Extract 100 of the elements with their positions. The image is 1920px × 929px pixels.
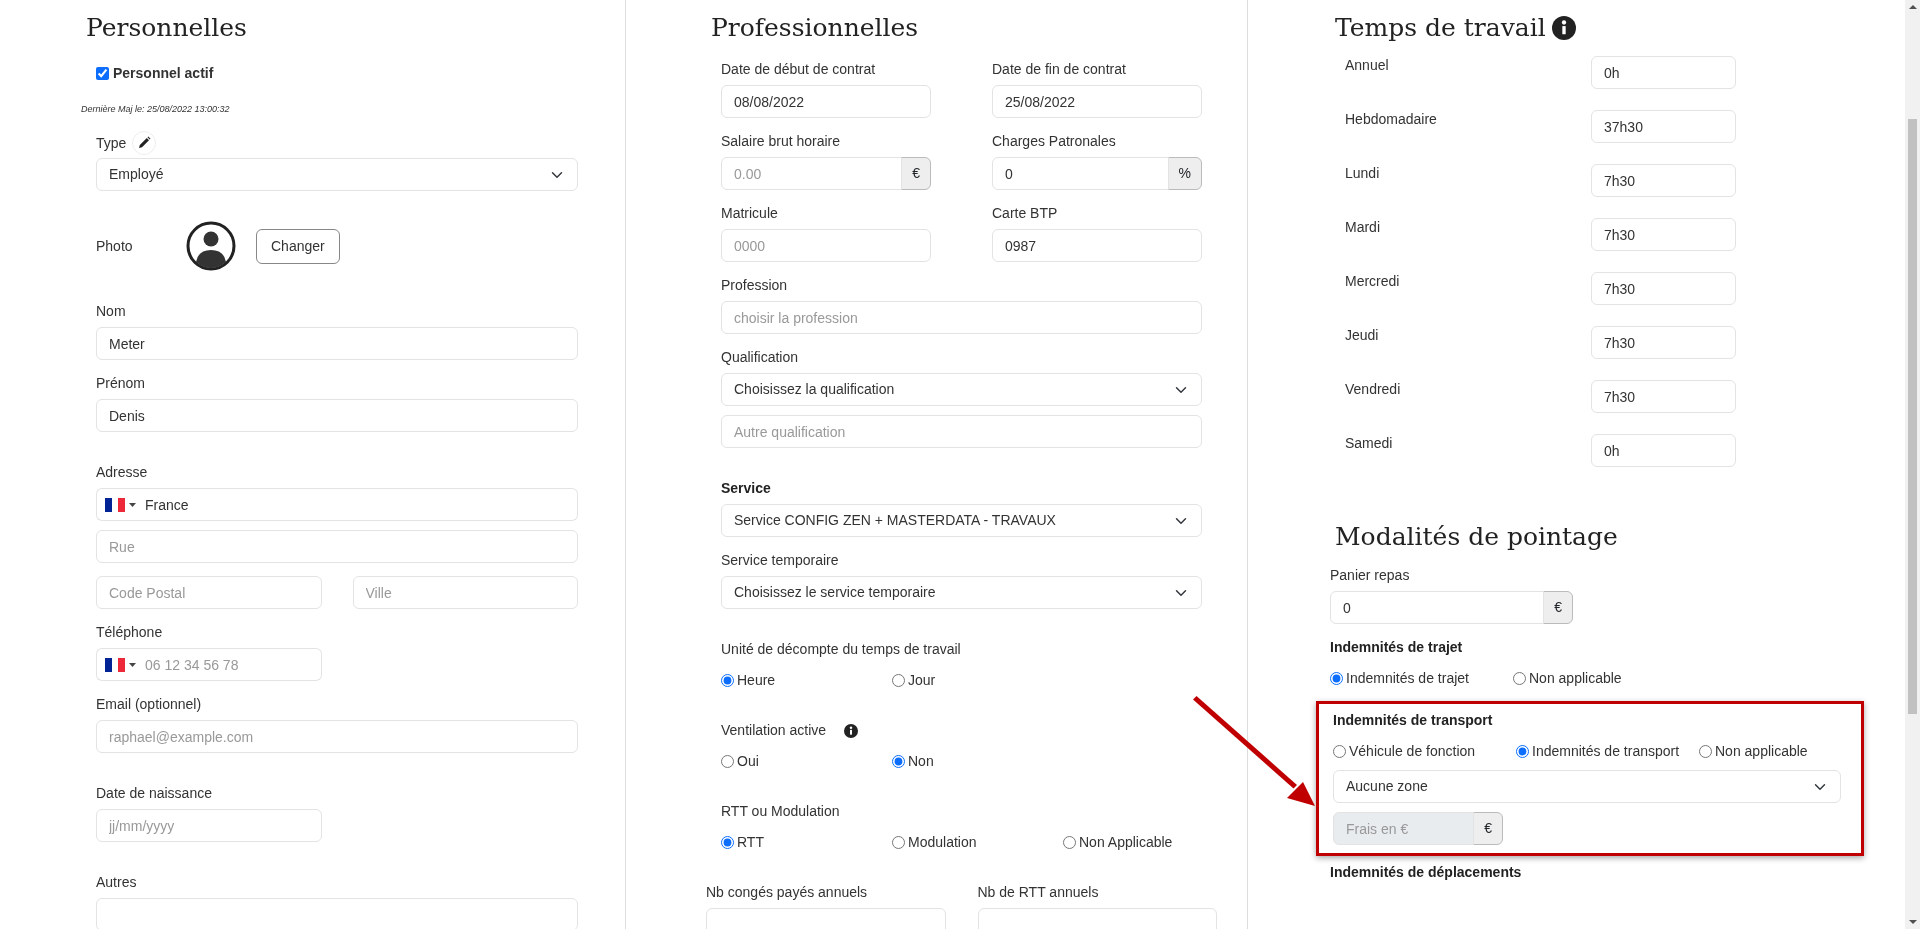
- dropdown[interactable]: Choisissez la qualification: [721, 373, 1202, 406]
- field-label: Indemnités de trajet: [1330, 638, 1463, 657]
- radio-button[interactable]: [1513, 672, 1526, 685]
- section-heading: Modalités de pointage: [1335, 521, 1619, 553]
- radio-button[interactable]: [892, 755, 905, 768]
- text-field[interactable]: Autre qualification: [721, 415, 1202, 448]
- field-label: Prénom: [96, 374, 146, 393]
- text-field[interactable]: 7h30: [1591, 272, 1736, 305]
- field-label: Nom: [96, 302, 126, 321]
- radio-label: Indemnités de trajet: [1346, 669, 1469, 688]
- radio-button[interactable]: [721, 674, 734, 687]
- field-label: Mercredi: [1345, 272, 1401, 290]
- text-field[interactable]: 08/08/2022: [721, 85, 931, 118]
- radio-label: Oui: [737, 752, 759, 771]
- field-label: Qualification: [721, 348, 799, 367]
- field-label: Nb congés payés annuels: [706, 883, 868, 902]
- field-label: Date de naissance: [96, 784, 212, 803]
- radio-button[interactable]: [892, 674, 905, 687]
- change-button[interactable]: Changer: [256, 228, 340, 264]
- section-heading: Personnelles: [86, 12, 248, 44]
- text-field[interactable]: 0987: [992, 229, 1202, 262]
- section-heading: Temps de travail: [1335, 12, 1546, 44]
- edit-button[interactable]: [132, 131, 157, 155]
- radio-label: Non applicable: [1715, 742, 1808, 761]
- field-label: Service temporaire: [721, 551, 839, 570]
- text-field[interactable]: Ville: [352, 576, 578, 609]
- field-label: Lundi: [1345, 164, 1381, 182]
- text-field[interactable]: 7h30: [1591, 326, 1736, 359]
- radio-label: Véhicule de fonction: [1349, 742, 1476, 761]
- field-label: Salaire brut horaire: [721, 132, 841, 151]
- field-label: Hebdomadaire: [1345, 110, 1438, 128]
- field-label: Date de fin de contrat: [992, 60, 1126, 79]
- field-label: Unité de décompte du temps de travail: [721, 640, 961, 659]
- field-label: Jeudi: [1345, 326, 1380, 344]
- text-field[interactable]: 0: [1330, 591, 1545, 624]
- radio-button[interactable]: [1333, 745, 1346, 758]
- dropdown[interactable]: Employé: [96, 158, 578, 191]
- radio-label: Indemnités de transport: [1532, 742, 1680, 761]
- radio-label: RTT: [737, 833, 764, 852]
- info-icon: [1551, 16, 1576, 40]
- text-field[interactable]: 0: [992, 157, 1169, 190]
- radio-button[interactable]: [1063, 836, 1076, 849]
- radio-label: Non applicable: [1529, 669, 1622, 688]
- radio-button[interactable]: [1330, 672, 1343, 685]
- input-addon: €: [901, 157, 931, 190]
- text-field[interactable]: choisir la profession: [721, 301, 1202, 334]
- radio-button[interactable]: [721, 836, 734, 849]
- input-addon: %: [1167, 157, 1202, 190]
- text-field[interactable]: jj/mm/yyyy: [96, 809, 322, 842]
- text-field[interactable]: Rue: [96, 530, 578, 563]
- update-note: Dernière Maj le: 25/08/2022 13:00:32: [81, 104, 230, 114]
- scrollbar[interactable]: [1905, 0, 1920, 929]
- radio-label: Jour: [908, 671, 936, 690]
- text-field[interactable]: 0000: [721, 229, 931, 262]
- dropdown[interactable]: Choisissez le service temporaire: [721, 576, 1202, 609]
- field-label: Adresse: [96, 463, 148, 482]
- radio-label: Heure: [737, 671, 776, 690]
- field-label: Samedi: [1345, 434, 1394, 452]
- field-label: Matricule: [721, 204, 778, 223]
- photo-label: Photo: [96, 236, 134, 256]
- text-field[interactable]: 25/08/2022: [992, 85, 1202, 118]
- field-label: Annuel: [1345, 56, 1390, 74]
- text-field[interactable]: 0.00: [721, 157, 903, 190]
- field-label: Vendredi: [1345, 380, 1402, 398]
- field-label: Ventilation active: [721, 721, 827, 740]
- text-field[interactable]: raphael@example.com: [96, 720, 578, 753]
- field-label: Type: [96, 133, 127, 153]
- field-label: Email (optionnel): [96, 695, 202, 714]
- pencil-icon: [137, 136, 152, 150]
- field-label: Indemnités de déplacements: [1330, 863, 1522, 882]
- checkbox-label: Personnel actif: [113, 64, 214, 83]
- field-label: Autres: [96, 873, 137, 892]
- field-label: Service: [721, 479, 771, 498]
- text-field[interactable]: [96, 898, 578, 929]
- field-label: Nb de RTT annuels: [977, 883, 1099, 902]
- field-label: Panier repas: [1330, 566, 1410, 585]
- text-field[interactable]: Meter: [96, 327, 578, 360]
- input-addon: €: [1543, 591, 1573, 624]
- avatar-icon: [186, 221, 236, 271]
- radio-button[interactable]: [1699, 745, 1712, 758]
- radio-button[interactable]: [721, 755, 734, 768]
- text-field[interactable]: 7h30: [1591, 164, 1736, 197]
- text-field[interactable]: 37h30: [1591, 110, 1736, 143]
- field-label: Téléphone: [96, 623, 163, 642]
- section-heading: Professionnelles: [711, 12, 920, 44]
- radio-button[interactable]: [892, 836, 905, 849]
- radio-button[interactable]: [1516, 745, 1529, 758]
- text-field[interactable]: 0h: [1591, 434, 1736, 467]
- text-field[interactable]: Code Postal: [96, 576, 322, 609]
- radio-label: Non: [908, 752, 934, 771]
- text-field[interactable]: 7h30: [1591, 380, 1736, 413]
- input-addon: €: [1473, 812, 1503, 845]
- text-field[interactable]: 7h30: [1591, 218, 1736, 251]
- checkbox[interactable]: [96, 67, 109, 80]
- dropdown[interactable]: Service CONFIG ZEN + MASTERDATA - TRAVAUX: [721, 504, 1202, 537]
- text-field[interactable]: 0h: [1591, 56, 1736, 89]
- radio-label: Non Applicable: [1079, 833, 1173, 852]
- text-field[interactable]: Denis: [96, 399, 578, 432]
- dropdown[interactable]: Aucune zone: [1333, 770, 1841, 803]
- field-label: Indemnités de transport: [1333, 711, 1493, 730]
